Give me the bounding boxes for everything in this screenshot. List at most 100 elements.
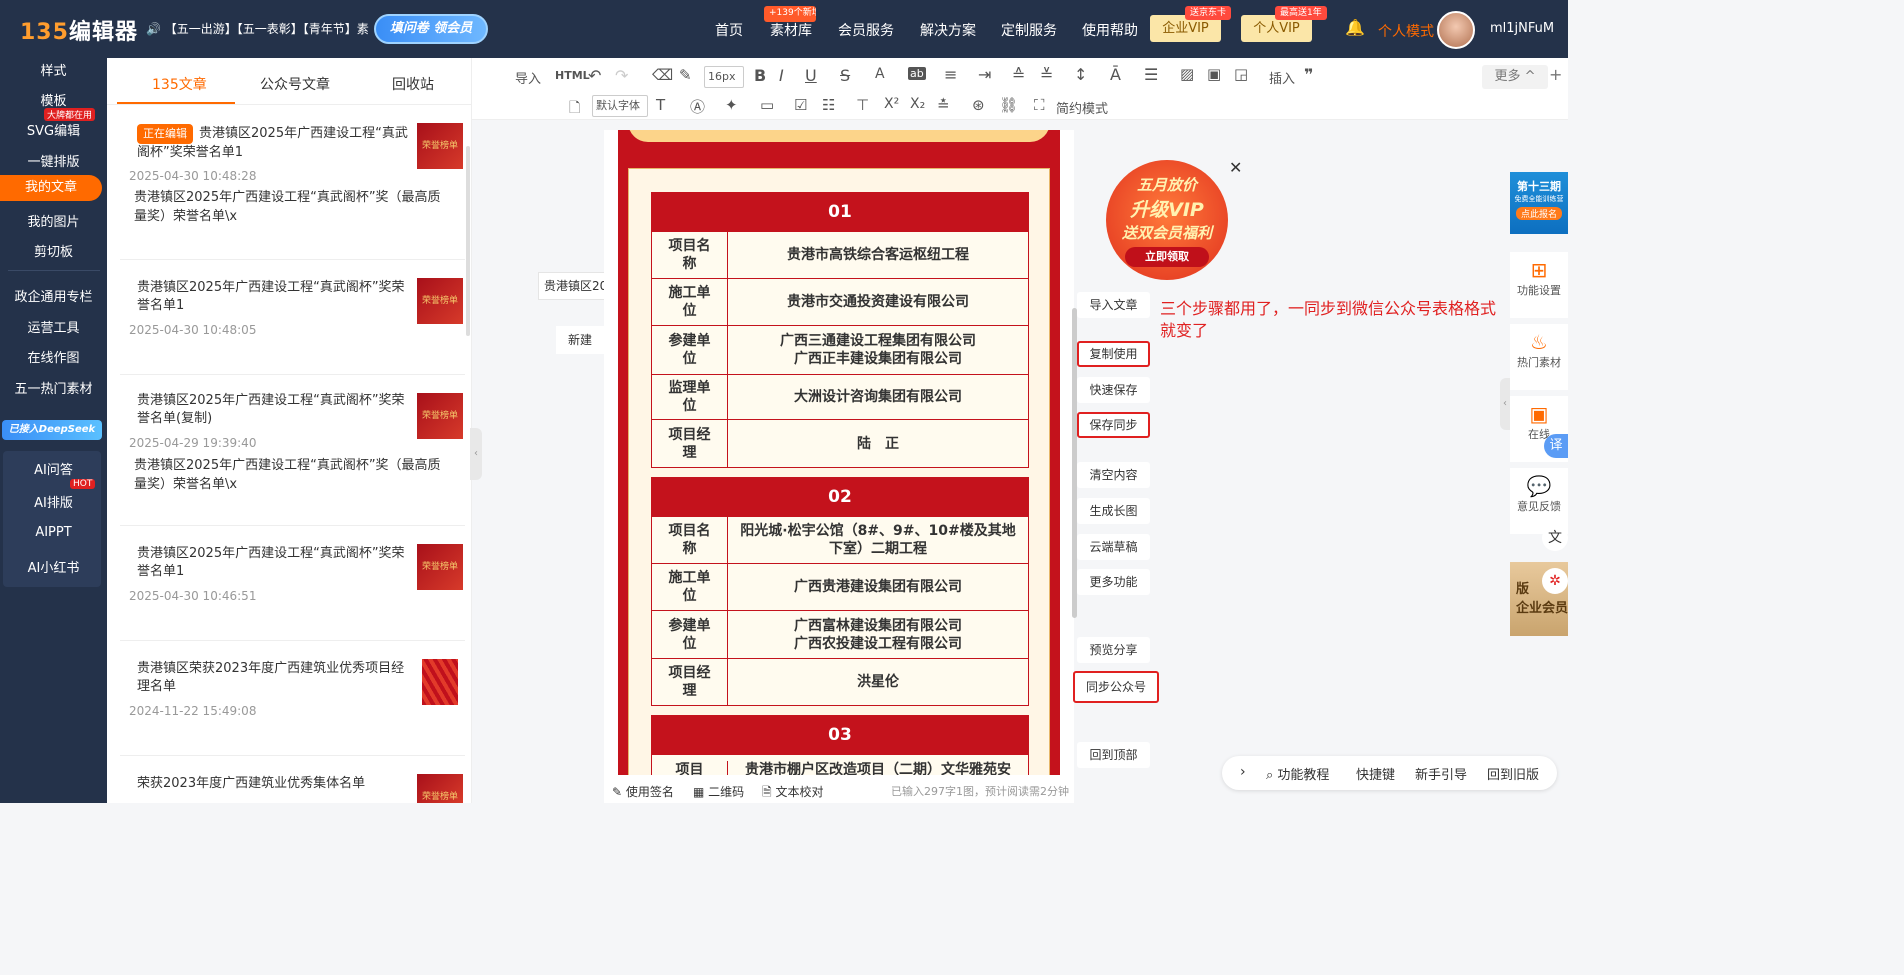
qrcode-button[interactable]: ▦ 二维码	[693, 783, 744, 800]
nav-online-drawing[interactable]: 在线作图	[0, 347, 107, 366]
training-banner[interactable]: 第十三期 免费全能训练营 点此报名	[1510, 172, 1568, 234]
add-icon[interactable]: +	[1549, 65, 1562, 84]
nav-custom[interactable]: 定制服务	[1001, 20, 1057, 40]
collapse-icon[interactable]: ›	[1240, 764, 1246, 780]
nav-help[interactable]: 使用帮助	[1082, 20, 1138, 40]
signature-button[interactable]: ✎ 使用签名	[612, 783, 674, 800]
checklist-icon[interactable]: ☑	[794, 96, 807, 114]
letter-spacing-icon[interactable]: Ā	[1110, 65, 1121, 84]
nav-ops-tools[interactable]: 运营工具	[0, 317, 107, 336]
nav-solutions[interactable]: 解决方案	[920, 20, 976, 40]
save-sync-button[interactable]: 保存同步	[1077, 412, 1150, 438]
close-icon[interactable]: ✕	[1229, 158, 1242, 177]
network-icon[interactable]: ✲	[1542, 568, 1568, 594]
line-height-icon[interactable]: ↕	[1074, 65, 1087, 84]
nav-aippt[interactable]: AIPPT	[0, 525, 107, 540]
magic-wand-icon[interactable]: ✦	[725, 96, 738, 114]
background-color-icon[interactable]: ab	[908, 67, 926, 80]
bell-icon[interactable]: 🔔	[1345, 18, 1365, 37]
redo-icon[interactable]: ↷	[615, 66, 628, 85]
quiz-button[interactable]: 填问卷 领会员	[374, 14, 488, 44]
nav-templates[interactable]: 模板	[0, 90, 107, 109]
emphasis-icon[interactable]: ≛	[937, 96, 950, 114]
deepseek-banner[interactable]: 已接入DeepSeek	[2, 420, 102, 440]
sync-wechat-button[interactable]: 同步公众号	[1073, 671, 1159, 703]
more-functions-button[interactable]: 更多功能	[1077, 569, 1150, 595]
vip-promo[interactable]: 五月放价 升级VIP 送双会员福利 立即领取	[1106, 160, 1228, 280]
nav-member[interactable]: 会员服务	[838, 20, 894, 40]
underline-icon[interactable]: U	[805, 66, 817, 85]
avatar[interactable]	[1437, 11, 1475, 49]
bold-icon[interactable]: B	[754, 66, 766, 85]
indent-icon[interactable]: ⇥	[978, 65, 991, 84]
new-doc-button[interactable]: 新建	[556, 326, 604, 354]
quick-save-button[interactable]: 快速保存	[1077, 377, 1150, 403]
quote-icon[interactable]: ❞	[1304, 65, 1313, 84]
image-icon[interactable]: ▣	[1207, 65, 1221, 83]
clear-content-button[interactable]: 清空内容	[1077, 462, 1150, 488]
article-item[interactable]: 荣获2023年度广西建筑业优秀集体名单 荣誉榜单	[120, 757, 465, 803]
link-icon[interactable]: ⛓	[999, 96, 1018, 114]
hot-materials[interactable]: ♨ 热门素材	[1510, 324, 1568, 390]
document-icon[interactable]: 🗋	[569, 97, 580, 121]
feedback[interactable]: 💬 意见反馈	[1510, 468, 1568, 534]
right-panel-handle[interactable]: ‹	[1500, 378, 1510, 430]
old-version-link[interactable]: 回到旧版	[1487, 764, 1539, 783]
nav-auto-layout[interactable]: 一键排版	[0, 151, 107, 170]
nav-home[interactable]: 首页	[715, 20, 743, 40]
nav-my-images[interactable]: 我的图片	[0, 211, 107, 230]
font-size-select[interactable]: 16px	[704, 66, 744, 88]
nav-styles[interactable]: 样式	[0, 60, 107, 79]
article-item[interactable]: 贵港镇区2025年广西建设工程“真武阁杯”奖荣誉名单1 2025-04-30 1…	[120, 527, 465, 641]
article-item[interactable]: 贵港镇区荣获2023年度广西建筑业优秀项目经理名单 2024-11-22 15:…	[120, 642, 465, 756]
font-color-icon[interactable]: A	[875, 66, 885, 82]
logo[interactable]: 135编辑器	[20, 14, 138, 46]
simple-mode-toggle[interactable]: 简约模式	[1056, 98, 1108, 117]
eraser-icon[interactable]: ⌫	[652, 66, 673, 84]
tutorial-link[interactable]: ⌕ 功能教程	[1266, 764, 1329, 783]
copy-use-button[interactable]: 复制使用	[1077, 341, 1150, 367]
nav-clipboard[interactable]: 剪切板	[0, 241, 107, 260]
proofread-button[interactable]: 🗎 文本校对	[762, 783, 823, 804]
html-button[interactable]: HTML	[555, 69, 590, 82]
spacing-after-icon[interactable]: ≚	[1040, 65, 1053, 84]
translate-icon[interactable]: 文	[1542, 525, 1568, 551]
font-family-select[interactable]: 默认字体	[592, 95, 648, 117]
nav-materials[interactable]: 素材库	[770, 20, 812, 40]
article-item[interactable]: 正在编辑 贵港镇区2025年广西建设工程“真武阁杯”奖荣誉名单1 2025-04-…	[120, 116, 465, 260]
article-scrollbar[interactable]	[466, 146, 470, 336]
shortcuts-link[interactable]: 快捷键	[1356, 764, 1395, 783]
tab-recycle-bin[interactable]: 回收站	[392, 74, 434, 94]
nav-svg[interactable]: SVG编辑	[0, 120, 107, 139]
italic-icon[interactable]: I	[779, 66, 784, 85]
text-border-icon[interactable]: Ⓐ	[690, 96, 705, 117]
promo-claim-button[interactable]: 立即领取	[1125, 247, 1209, 267]
banner-signup-button[interactable]: 点此报名	[1516, 207, 1562, 220]
cloud-draft-button[interactable]: 云端草稿	[1077, 534, 1150, 560]
undo-icon[interactable]: ↶	[588, 66, 601, 85]
tab-135-articles[interactable]: 135文章	[152, 74, 207, 94]
fullscreen-icon[interactable]: ⛶	[1034, 96, 1045, 114]
doc-title-input[interactable]: 贵港镇区20	[538, 272, 605, 300]
nav-may-materials[interactable]: 五一热门素材	[0, 378, 107, 397]
editor-canvas[interactable]: 01 项目名称 贵港市高铁综合客运枢纽工程 施工单位 贵港市交通投资建设有限公司 参…	[604, 130, 1074, 775]
more-button[interactable]: 更多 ^	[1482, 65, 1548, 89]
superscript-icon[interactable]: X²	[884, 96, 899, 112]
generate-long-image-button[interactable]: 生成长图	[1077, 498, 1150, 524]
nav-gov[interactable]: 政企通用专栏	[0, 286, 107, 305]
import-article-button[interactable]: 导入文章	[1077, 292, 1150, 318]
search-replace-icon[interactable]: ⊛	[972, 96, 985, 114]
guide-link[interactable]: 新手引导	[1415, 764, 1467, 783]
list-icon[interactable]: ☷	[822, 96, 835, 114]
preview-share-button[interactable]: 预览分享	[1077, 637, 1150, 663]
nav-ai-qa[interactable]: AI问答	[0, 459, 107, 478]
nav-ai-layout[interactable]: AI排版	[0, 492, 107, 511]
nav-ai-xiaohongshu[interactable]: AI小红书	[0, 557, 107, 576]
mode-switch[interactable]: 个人模式	[1378, 21, 1434, 41]
back-to-top-button[interactable]: 回到顶部	[1077, 742, 1150, 768]
spacing-before-icon[interactable]: ≙	[1012, 65, 1025, 84]
subscript-icon[interactable]: X₂	[910, 96, 925, 112]
insert-menu[interactable]: 插入	[1269, 68, 1295, 87]
strikethrough-icon[interactable]: S	[840, 66, 850, 85]
multi-image-icon[interactable]: ◲	[1234, 65, 1248, 83]
